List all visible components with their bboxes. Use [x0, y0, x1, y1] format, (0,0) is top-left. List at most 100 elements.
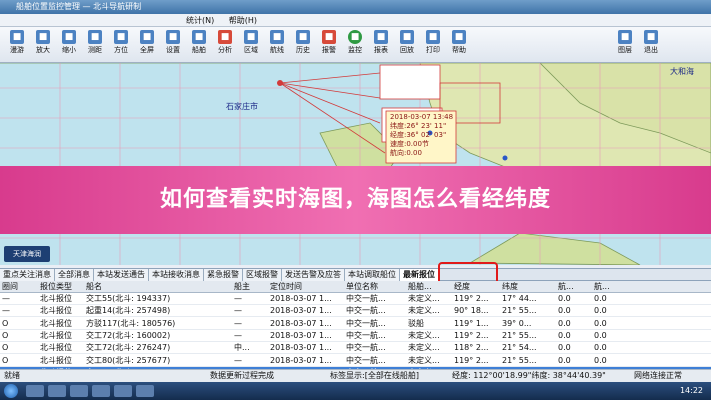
toolbar-button[interactable]: ■ 设置: [162, 29, 184, 60]
table-cell: 中交一航...: [346, 343, 386, 353]
toolbar-button-label: 航线: [270, 46, 284, 54]
toolbar-button[interactable]: ■ 测距: [84, 29, 106, 60]
menu-item[interactable]: 帮助(H): [223, 14, 263, 27]
table-cell: 21° 55...: [502, 306, 537, 316]
table-cell: 北斗报位: [40, 355, 72, 365]
toolbar-button-label: 放大: [36, 46, 50, 54]
toolbar-button-label: 退出: [644, 46, 658, 54]
tab-item[interactable]: 紧急报警: [204, 269, 243, 281]
table-cell: 2018-03-07 1...: [270, 306, 332, 316]
table-cell: 未定义...: [408, 330, 440, 340]
toolbar-button[interactable]: ■ 打印: [422, 29, 444, 60]
column-header[interactable]: 单位名称: [344, 281, 406, 293]
column-header[interactable]: 定位时间: [268, 281, 344, 293]
table-cell: 方驳117(北斗: 180576): [86, 318, 176, 328]
column-header[interactable]: 船名: [84, 281, 232, 293]
table-row[interactable]: O 北斗报位 交工80(北斗: 257677) — 2018-03-07 1... 中交一…: [0, 355, 711, 367]
table-row[interactable]: O 北斗报位 方驳117(北斗: 180576) — 2018-03-07 1... 中交…: [0, 318, 711, 330]
column-header[interactable]: 经度: [452, 281, 500, 293]
table-cell: 0.0: [594, 355, 607, 365]
toolbar-button[interactable]: ■ 漫游: [6, 29, 28, 60]
table-cell: 0.0: [558, 355, 571, 365]
toolbar-icon: ■: [62, 30, 76, 44]
toolbar-button-label: 缩小: [62, 46, 76, 54]
toolbar-button[interactable]: ■ 报警: [318, 29, 340, 60]
tab-item[interactable]: 最新报位: [400, 269, 439, 281]
toolbar-icon: ■: [244, 30, 258, 44]
toolbar-button[interactable]: ■ 放大: [32, 29, 54, 60]
table-cell: 0.0: [594, 318, 607, 328]
table-cell: 未定义...: [408, 343, 440, 353]
toolbar-button-label: 设置: [166, 46, 180, 54]
taskbar-app-icon[interactable]: [136, 385, 154, 397]
tab-item[interactable]: 全部消息: [55, 269, 94, 281]
table-cell: 21° 55...: [502, 330, 537, 340]
table-cell: 0.0: [594, 294, 607, 303]
table-cell: 中...: [234, 343, 250, 353]
toolbar-button[interactable]: ■ 报表: [370, 29, 392, 60]
popup-line: 2018-03-07 13:48: [390, 113, 454, 121]
map-place-label: 大和海: [670, 67, 694, 76]
message-tabs: 重点关注消息 全部消息 本站发送通告 本站接收消息 紧急报警 区域报警 发送告警及应答 本站调…: [0, 268, 711, 281]
logo: 天津海润: [4, 246, 50, 262]
toolbar-button[interactable]: ■ 缩小: [58, 29, 80, 60]
popup-line: 经度:36° 02' 03": [390, 131, 447, 139]
tab-item[interactable]: 区域报警: [243, 269, 282, 281]
column-header[interactable]: 纬度: [500, 281, 556, 293]
popup-line: 航向:0.00: [390, 149, 422, 157]
column-header[interactable]: 圈间: [0, 281, 38, 293]
toolbar-button[interactable]: ■ 分析: [214, 29, 236, 60]
toolbar-icon: ■: [36, 30, 50, 44]
toolbar-button-label: 监控: [348, 46, 362, 54]
table-cell: —: [234, 306, 242, 316]
toolbar-button-label: 方位: [114, 46, 128, 54]
table-cell: O: [2, 355, 9, 365]
toolbar-button[interactable]: ■ 船舶: [188, 29, 210, 60]
table-row[interactable]: — 北斗报位 交工55(北斗: 194337) — 2018-03-07 1... 中交一…: [0, 293, 711, 305]
table-cell: 2018-03-07 1...: [270, 343, 332, 353]
column-header[interactable]: 航...: [556, 281, 592, 293]
toolbar-button[interactable]: ■ 退出: [640, 29, 662, 60]
column-header[interactable]: 航...: [592, 281, 628, 293]
toolbar-button[interactable]: ■ 航线: [266, 29, 288, 60]
toolbar-button-label: 帮助: [452, 46, 466, 54]
taskbar-app-icon[interactable]: [70, 385, 88, 397]
table-cell: 驳船: [408, 318, 424, 328]
toolbar-icon: ■: [426, 30, 440, 44]
tab-item[interactable]: 发送告警及应答: [282, 269, 345, 281]
tab-item[interactable]: 本站发送通告: [94, 269, 149, 281]
taskbar-app-icon[interactable]: [48, 385, 66, 397]
tab-item[interactable]: 本站接收消息: [149, 269, 204, 281]
tab-item[interactable]: 本站调取船位: [345, 269, 400, 281]
toolbar-button[interactable]: ■ 区域: [240, 29, 262, 60]
toolbar-button[interactable]: ■ 帮助: [448, 29, 470, 60]
toolbar-button[interactable]: ■ 回放: [396, 29, 418, 60]
toolbar-button[interactable]: ■ 方位: [110, 29, 132, 60]
start-button[interactable]: [4, 384, 18, 398]
toolbar-button[interactable]: ■ 历史: [292, 29, 314, 60]
menu-item[interactable]: 统计(N): [180, 14, 220, 27]
table-cell: —: [234, 355, 242, 365]
chart-map[interactable]: 石家庄市 大和海 2018-03-07 13:48 纬度:26° 23' 11"…: [0, 63, 711, 265]
window-title: 船舶位置监控管理 — 北斗导航研制: [0, 0, 711, 14]
toolbar-button[interactable]: ■ 图层: [614, 29, 636, 60]
table-cell: 交工80(北斗: 257677): [86, 355, 171, 365]
toolbar-button[interactable]: ■ 全屏: [136, 29, 158, 60]
table-row[interactable]: — 北斗报位 起重14(北斗: 257498) — 2018-03-07 1... 中交一…: [0, 305, 711, 318]
taskbar-app-icon[interactable]: [26, 385, 44, 397]
column-header[interactable]: 船主: [232, 281, 268, 293]
toolbar-button-label: 回放: [400, 46, 414, 54]
table-row[interactable]: O 北斗报位 交工72(北斗: 160002) — 2018-03-07 1... 中交一…: [0, 330, 711, 342]
toolbar-icon: ■: [270, 30, 284, 44]
toolbar-icon: ■: [322, 30, 336, 44]
toolbar-button[interactable]: ■ 监控: [344, 29, 366, 60]
taskbar-app-icon[interactable]: [92, 385, 110, 397]
column-header[interactable]: 船舶...: [406, 281, 452, 293]
table-cell: 交工55(北斗: 194337): [86, 294, 171, 303]
tab-item[interactable]: 重点关注消息: [0, 269, 55, 281]
table-row[interactable]: O 北斗报位 交工72(北斗: 276247) 中... 2018-03-07 1...…: [0, 342, 711, 355]
column-header[interactable]: 报位类型: [38, 281, 84, 293]
taskbar-app-icon[interactable]: [114, 385, 132, 397]
table-cell: 118° 2...: [454, 343, 489, 353]
table-cell: 2018-03-07 1...: [270, 318, 332, 328]
